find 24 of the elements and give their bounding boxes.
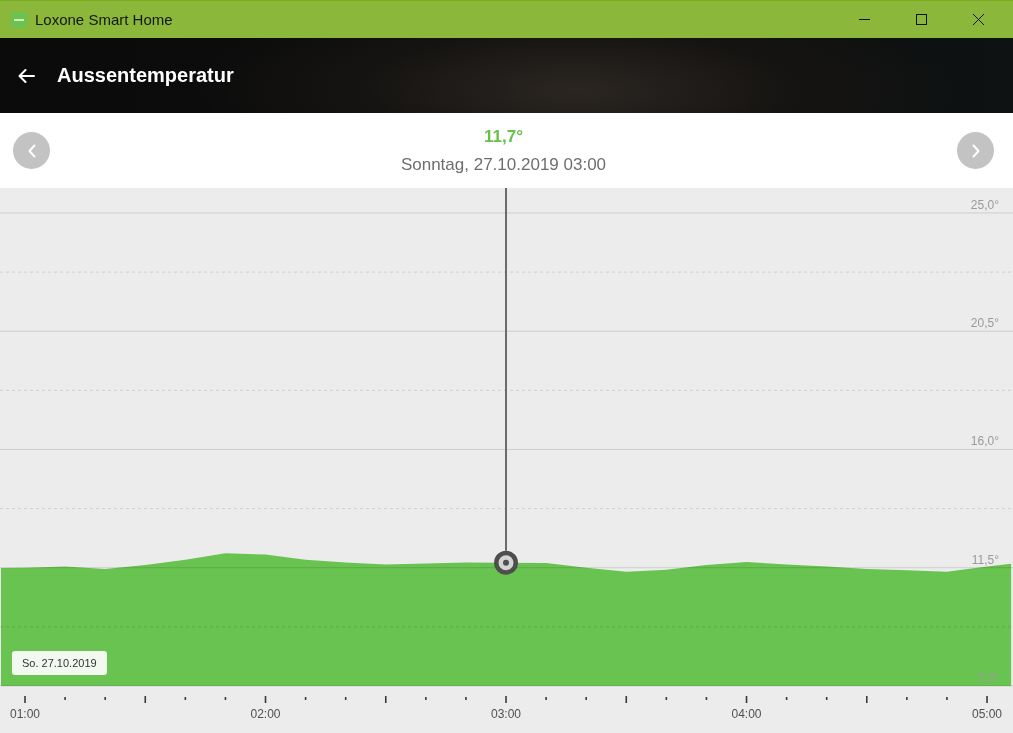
x-axis-label: 05:00 xyxy=(972,707,1003,721)
x-axis-label: 03:00 xyxy=(491,707,522,721)
next-button[interactable] xyxy=(957,132,994,169)
temperature-value: 11,7° xyxy=(484,126,523,147)
window-title: Loxone Smart Home xyxy=(35,11,174,28)
maximize-icon xyxy=(916,14,927,25)
point-marker-icon[interactable] xyxy=(494,550,518,575)
page-title: Aussentemperatur xyxy=(57,64,234,87)
back-arrow-icon xyxy=(18,68,35,83)
chevron-right-icon xyxy=(971,143,980,158)
app-logo-icon xyxy=(11,11,27,28)
timestamp-text: Sonntag, 27.10.2019 03:00 xyxy=(400,154,607,175)
close-icon xyxy=(973,14,984,25)
x-axis-label: 02:00 xyxy=(250,707,281,721)
x-axis-label: 04:00 xyxy=(731,707,762,721)
y-axis-label: 16,0° xyxy=(970,434,999,449)
x-axis-label: 01:00 xyxy=(10,707,41,721)
y-axis-label: 25,0° xyxy=(970,197,999,212)
y-axis-label: 20,5° xyxy=(970,316,999,331)
y-axis-label: 11,5° xyxy=(971,552,999,567)
y-axis-label: 7,0° xyxy=(977,670,999,685)
chevron-left-icon xyxy=(27,143,36,158)
previous-button[interactable] xyxy=(13,132,50,169)
date-label: So. 27.10.2019 xyxy=(12,651,107,675)
